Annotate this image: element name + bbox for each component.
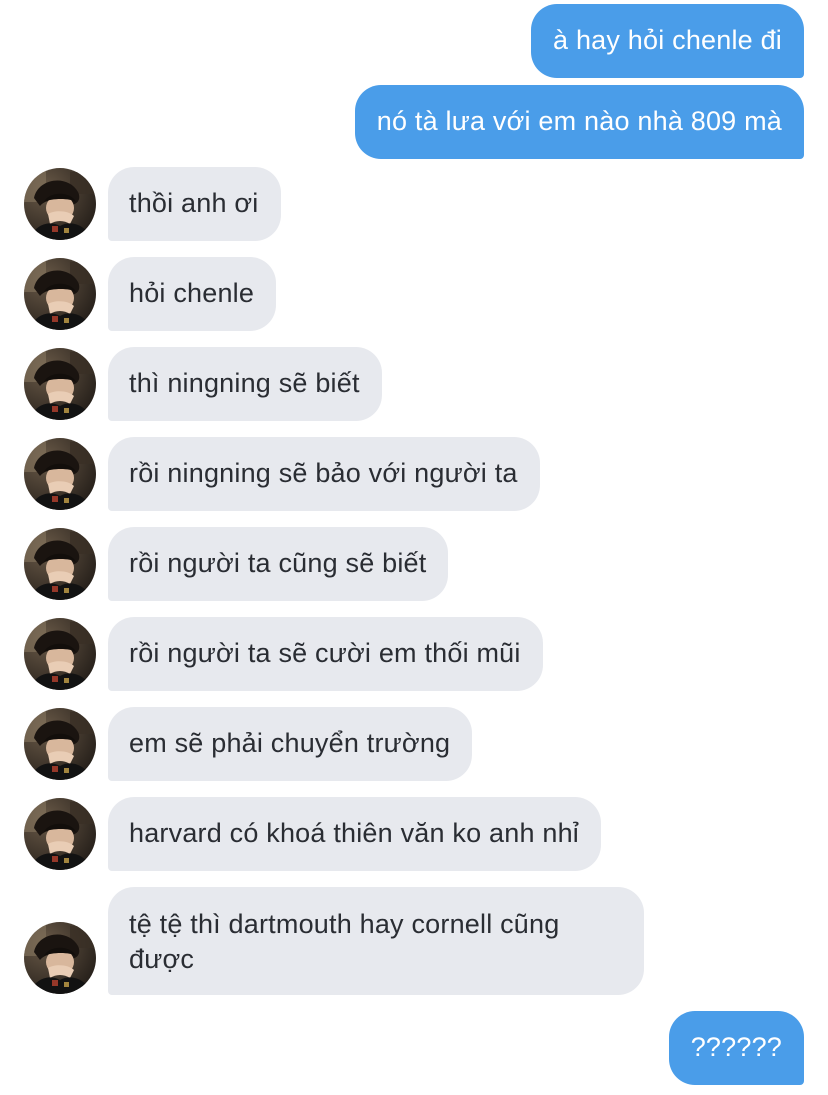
- contact-avatar-icon[interactable]: [24, 708, 96, 780]
- contact-avatar-icon[interactable]: [24, 168, 96, 240]
- received-message-bubble[interactable]: thì ningning sẽ biết: [108, 347, 382, 421]
- contact-avatar-icon[interactable]: [24, 618, 96, 690]
- received-message-bubble[interactable]: em sẽ phải chuyển trường: [108, 707, 473, 781]
- contact-avatar-icon[interactable]: [24, 798, 96, 870]
- received-message-bubble[interactable]: tệ tệ thì dartmouth hay cornell cũng đượ…: [108, 887, 644, 995]
- received-message-bubble[interactable]: rồi người ta cũng sẽ biết: [108, 527, 449, 601]
- received-message-bubble[interactable]: harvard có khoá thiên văn ko anh nhỉ: [108, 797, 601, 871]
- contact-avatar-icon[interactable]: [24, 922, 96, 994]
- received-message-bubble[interactable]: thồi anh ơi: [108, 167, 281, 241]
- contact-avatar-icon[interactable]: [24, 438, 96, 510]
- sent-message-bubble[interactable]: ??????: [668, 1011, 804, 1085]
- message-thread: à hay hỏi chenle đi nó tà lưa với em nào…: [0, 0, 828, 1095]
- received-message-bubble[interactable]: hỏi chenle: [108, 257, 277, 331]
- contact-avatar-icon[interactable]: [24, 258, 96, 330]
- sent-message-bubble[interactable]: nó tà lưa với em nào nhà 809 mà: [354, 85, 804, 159]
- sent-message-bubble[interactable]: à hay hỏi chenle đi: [531, 4, 804, 78]
- contact-avatar-icon[interactable]: [24, 348, 96, 420]
- received-message-bubble[interactable]: rồi người ta sẽ cười em thối mũi: [108, 617, 543, 691]
- received-message-bubble[interactable]: rồi ningning sẽ bảo với người ta: [108, 437, 540, 511]
- contact-avatar-icon[interactable]: [24, 528, 96, 600]
